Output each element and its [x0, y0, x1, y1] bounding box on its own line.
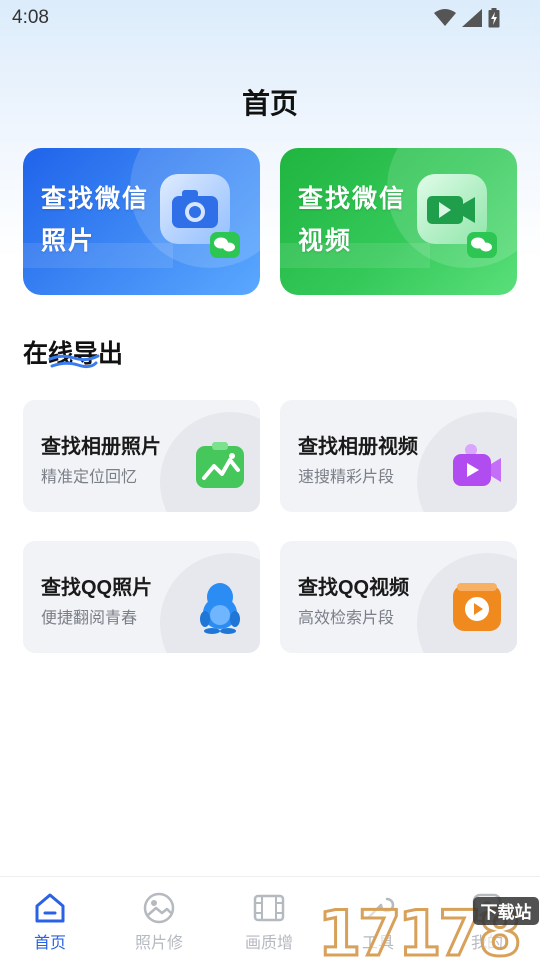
status-bar: 4:08 — [0, 0, 540, 36]
signal-icon — [462, 9, 482, 27]
gallery-icon — [196, 442, 244, 488]
card-title: 查找QQ照片 — [41, 577, 153, 599]
film-icon — [253, 894, 285, 922]
hero-card-label: 查找微信 视频 — [298, 178, 406, 262]
find-album-photos-card[interactable]: 查找相册照片 精准定位回忆 — [23, 400, 260, 512]
hero-card-line1: 查找微信 — [298, 185, 407, 213]
card-title: 查找相册照片 — [41, 436, 161, 458]
find-qq-photos-card[interactable]: 查找QQ照片 便捷翻阅青春 — [23, 541, 260, 653]
card-subtitle: 速搜精彩片段 — [298, 469, 395, 486]
watermark-logo: 17178 下载站 — [318, 896, 539, 960]
card-title: 查找QQ视频 — [298, 577, 410, 599]
find-wechat-photos-card[interactable]: 查找微信 照片 — [23, 148, 260, 295]
find-qq-videos-card[interactable]: 查找QQ视频 高效检索片段 — [280, 541, 517, 653]
nav-item-quality-enhance[interactable]: 画质增 — [215, 891, 323, 953]
nav-label: 画质增 — [244, 935, 293, 952]
camera-icon — [160, 174, 240, 258]
find-album-videos-card[interactable]: 查找相册视频 速搜精彩片段 — [280, 400, 517, 512]
card-subtitle: 便捷翻阅青春 — [41, 610, 138, 627]
hero-card-line2: 照片 — [41, 227, 96, 255]
page-title: 首页 — [241, 88, 298, 119]
photo-repair-icon — [143, 892, 175, 924]
nav-item-home[interactable]: 首页 — [0, 891, 104, 953]
battery-icon — [488, 8, 500, 28]
nav-item-photo-repair[interactable]: 照片修 — [105, 891, 213, 953]
status-time: 4:08 — [12, 7, 49, 28]
video-icon — [417, 174, 497, 258]
video-camera-icon — [453, 444, 501, 486]
home-icon — [35, 893, 65, 923]
hero-card-line1: 查找微信 — [41, 185, 150, 213]
hero-card-label: 查找微信 照片 — [41, 178, 149, 262]
play-icon — [453, 583, 501, 631]
watermark-tag: 下载站 — [481, 902, 532, 923]
qq-penguin-icon — [200, 583, 240, 634]
find-wechat-videos-card[interactable]: 查找微信 视频 — [280, 148, 517, 295]
hero-card-line2: 视频 — [298, 227, 353, 255]
wifi-icon — [434, 9, 456, 26]
card-title: 查找相册视频 — [298, 436, 418, 458]
section-underline — [48, 354, 100, 369]
nav-label: 首页 — [33, 935, 66, 952]
status-icons — [434, 7, 500, 29]
card-subtitle: 精准定位回忆 — [41, 469, 138, 486]
nav-label: 照片修 — [134, 935, 183, 952]
card-subtitle: 高效检索片段 — [298, 610, 395, 627]
